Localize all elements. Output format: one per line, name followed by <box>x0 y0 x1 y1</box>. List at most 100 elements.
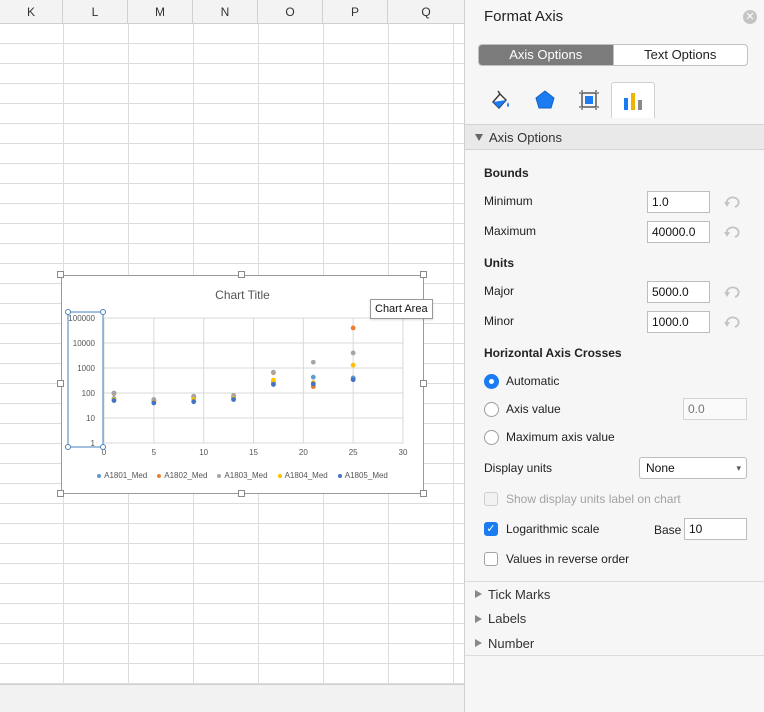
column-header-k[interactable]: K <box>0 0 63 24</box>
minimum-label: Minimum <box>484 194 533 208</box>
resize-handle-tr[interactable] <box>420 271 427 278</box>
data-point <box>350 377 356 383</box>
axis-selection-handle <box>100 309 106 315</box>
legend-label: A1804_Med <box>284 471 328 480</box>
legend-label: A1801_Med <box>104 471 148 480</box>
resize-handle-bl[interactable] <box>57 490 64 497</box>
column-header-n[interactable]: N <box>193 0 258 24</box>
data-point <box>271 369 276 375</box>
legend-item[interactable]: A1803_Med <box>217 471 268 480</box>
reset-maximum-icon[interactable] <box>723 225 741 239</box>
tab-text-options[interactable]: Text Options <box>612 45 748 65</box>
chart-legend[interactable]: A1801_Med A1802_Med A1803_Med A1804_Med A180… <box>62 471 423 480</box>
reset-minimum-icon[interactable] <box>723 195 741 209</box>
triangle-down-icon <box>475 133 483 141</box>
number-label: Number <box>488 635 535 651</box>
minor-input[interactable] <box>647 311 710 333</box>
data-point <box>111 398 117 403</box>
close-icon[interactable]: ✕ <box>743 10 757 24</box>
legend-label: A1805_Med <box>344 471 388 480</box>
legend-item[interactable]: A1802_Med <box>157 471 207 480</box>
data-point <box>151 400 157 406</box>
reverse-order-checkbox[interactable] <box>484 552 498 566</box>
section-title: Axis Options <box>489 129 562 145</box>
format-category-tabs <box>479 82 749 118</box>
resize-handle-left[interactable] <box>57 380 64 387</box>
legend-label: A1803_Med <box>224 471 268 480</box>
resize-handle-right[interactable] <box>420 380 427 387</box>
reset-major-icon[interactable] <box>723 285 741 299</box>
legend-marker <box>337 473 342 478</box>
show-units-label: Show display units label on chart <box>506 492 681 506</box>
axis-options-section-header[interactable]: Axis Options <box>465 124 764 150</box>
data-point <box>191 399 197 405</box>
resize-handle-top[interactable] <box>238 271 245 278</box>
size-properties-icon[interactable] <box>567 82 611 118</box>
log-scale-label: Logarithmic scale <box>506 522 600 536</box>
sheet-status-bar <box>0 684 464 712</box>
radio-automatic[interactable] <box>484 374 499 389</box>
y-tick-label: 10000 <box>73 339 96 348</box>
spreadsheet: K L M N O P Q Chart Title 1 10 100 1000 1000… <box>0 0 464 712</box>
units-heading: Units <box>484 256 514 270</box>
x-tick-label: 30 <box>399 448 408 457</box>
chevron-down-icon: ▾ <box>736 463 741 473</box>
x-tick-label: 15 <box>249 448 258 457</box>
data-point <box>231 397 236 402</box>
data-point <box>350 350 356 356</box>
minimum-input[interactable] <box>647 191 710 213</box>
column-header-l[interactable]: L <box>63 0 128 24</box>
column-header-p[interactable]: P <box>323 0 388 24</box>
legend-item[interactable]: A1804_Med <box>277 471 328 480</box>
column-header-o[interactable]: O <box>258 0 323 24</box>
radio-axis-value[interactable] <box>484 402 499 417</box>
x-tick-label: 25 <box>349 448 358 457</box>
log-scale-checkbox[interactable]: ✓ <box>484 522 498 536</box>
fill-line-icon[interactable] <box>479 82 523 118</box>
chart-area-tooltip: Chart Area <box>370 299 433 319</box>
legend-marker <box>217 473 222 478</box>
number-section-header[interactable]: Number <box>465 631 764 656</box>
options-segmented-control: Axis Options Text Options <box>478 44 748 66</box>
format-axis-pane: Format Axis ✕ Axis Options Text Options <box>464 0 764 712</box>
radio-maximum-axis-value[interactable] <box>484 430 499 445</box>
reverse-order-label: Values in reverse order <box>506 552 630 566</box>
reset-minor-icon[interactable] <box>723 315 741 329</box>
column-header-q[interactable]: Q <box>388 0 464 24</box>
maximum-label: Maximum <box>484 224 537 238</box>
legend-item[interactable]: A1801_Med <box>97 471 147 480</box>
data-point <box>350 362 356 368</box>
resize-handle-tl[interactable] <box>57 271 64 278</box>
effects-icon[interactable] <box>523 82 567 118</box>
axis-selection-handle <box>65 444 71 450</box>
axis-value-input[interactable] <box>683 398 747 420</box>
radio-automatic-label: Automatic <box>506 374 560 388</box>
base-label: Base <box>654 523 682 537</box>
y-tick-label: 10 <box>86 414 95 423</box>
axis-options-icon[interactable] <box>611 82 655 118</box>
base-input[interactable] <box>684 518 747 540</box>
column-header-bar: K L M N O P Q <box>0 0 464 24</box>
column-header-m[interactable]: M <box>128 0 193 24</box>
x-tick-label: 5 <box>152 448 157 457</box>
data-point <box>111 390 117 396</box>
tick-marks-section-header[interactable]: Tick Marks <box>465 581 764 606</box>
tab-axis-options[interactable]: Axis Options <box>479 45 613 65</box>
maximum-input[interactable] <box>647 221 710 243</box>
resize-handle-br[interactable] <box>420 490 427 497</box>
display-units-select[interactable]: None ▾ <box>639 457 747 479</box>
y-tick-label: 100 <box>82 389 96 398</box>
data-point <box>350 325 356 331</box>
resize-handle-bottom[interactable] <box>238 490 245 497</box>
axis-selection-handle <box>100 444 106 450</box>
data-point <box>310 381 316 387</box>
legend-item[interactable]: A1805_Med <box>337 471 388 480</box>
triangle-right-icon <box>475 639 482 647</box>
labels-section-header[interactable]: Labels <box>465 606 764 631</box>
major-input[interactable] <box>647 281 710 303</box>
radio-maximum-label: Maximum axis value <box>506 430 615 444</box>
legend-marker <box>157 473 162 478</box>
show-units-checkbox[interactable] <box>484 492 498 506</box>
labels-label: Labels <box>488 611 527 626</box>
y-axis-selection <box>67 311 104 448</box>
